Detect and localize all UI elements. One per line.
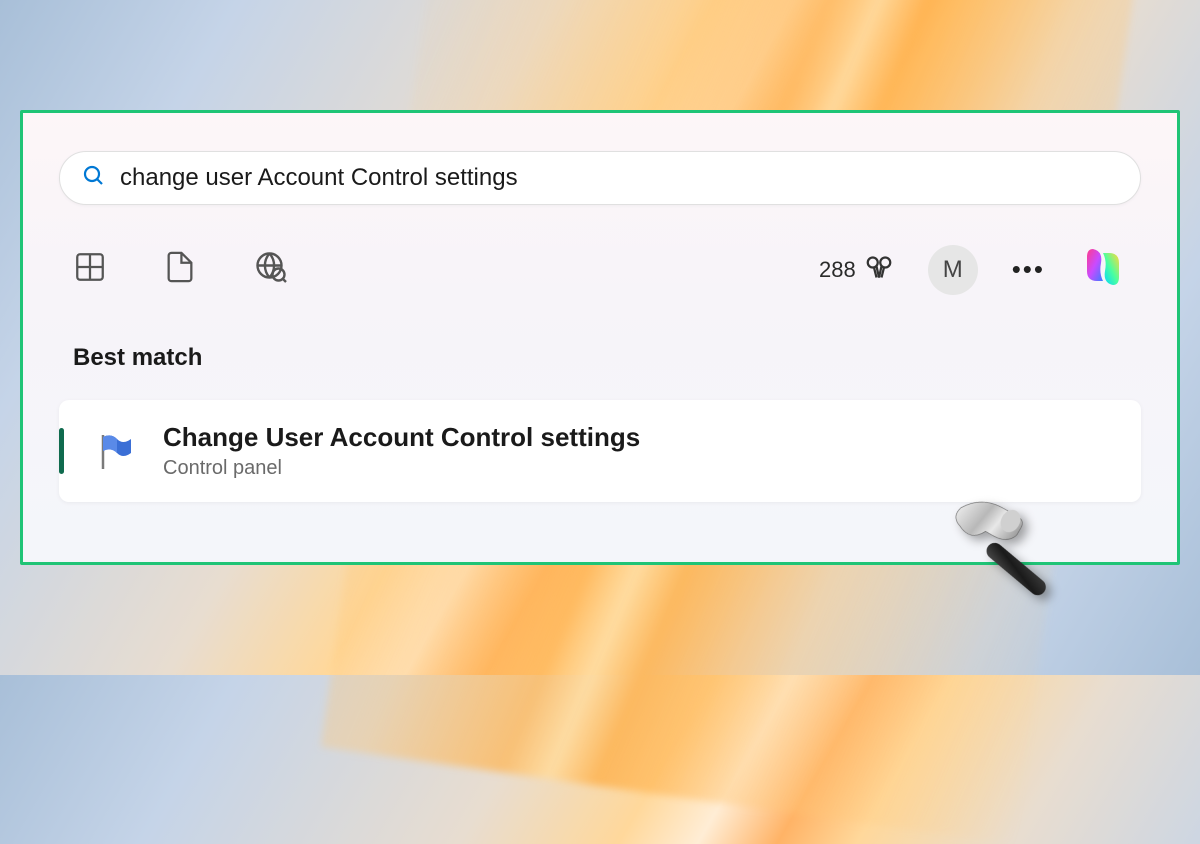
filter-right-group: 288 M ••• bbox=[819, 243, 1127, 296]
rewards-points: 288 bbox=[819, 257, 856, 283]
apps-filter-icon[interactable] bbox=[73, 250, 107, 289]
user-avatar[interactable]: M bbox=[928, 245, 978, 295]
result-text-group: Change User Account Control settings Con… bbox=[163, 422, 640, 480]
result-subtitle: Control panel bbox=[163, 457, 640, 480]
result-uac-settings[interactable]: Change User Account Control settings Con… bbox=[59, 400, 1141, 502]
avatar-initial: M bbox=[943, 256, 963, 284]
search-icon bbox=[82, 164, 106, 193]
filter-left-group bbox=[73, 249, 289, 290]
web-filter-icon[interactable] bbox=[253, 249, 289, 290]
medal-icon bbox=[864, 255, 894, 285]
documents-filter-icon[interactable] bbox=[163, 250, 197, 289]
best-match-header: Best match bbox=[73, 344, 1141, 372]
more-options-icon[interactable]: ••• bbox=[1012, 254, 1045, 285]
filter-row: 288 M ••• bbox=[59, 243, 1141, 296]
rewards-counter[interactable]: 288 bbox=[819, 255, 894, 285]
result-title: Change User Account Control settings bbox=[163, 422, 640, 453]
search-input[interactable] bbox=[120, 164, 1118, 192]
copilot-icon[interactable] bbox=[1079, 243, 1127, 296]
flag-icon bbox=[93, 429, 137, 473]
search-bar[interactable] bbox=[59, 151, 1141, 205]
result-accent-bar bbox=[59, 428, 64, 474]
